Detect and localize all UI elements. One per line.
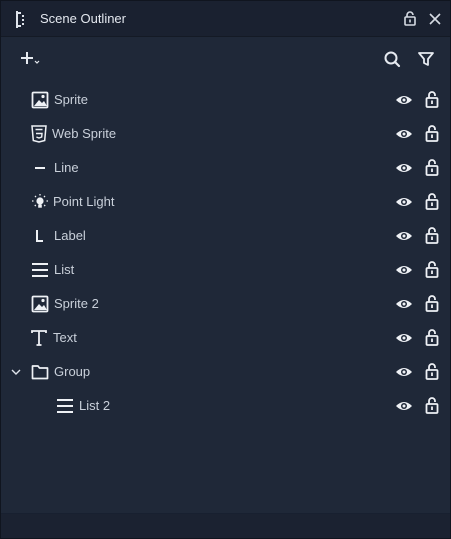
- tree-row-label: Label: [54, 228, 86, 243]
- tree-row-label: Sprite 2: [54, 296, 99, 311]
- search-icon: [384, 51, 401, 68]
- image-icon: [31, 295, 49, 313]
- visibility-eye-icon[interactable]: [395, 127, 413, 141]
- light-bulb-icon: [31, 193, 49, 211]
- unlock-icon[interactable]: [425, 294, 439, 312]
- unlock-icon[interactable]: [425, 362, 439, 380]
- unlock-icon[interactable]: [425, 328, 439, 346]
- list-icon: [31, 261, 49, 279]
- tree-row[interactable]: List: [1, 253, 450, 287]
- visibility-eye-icon[interactable]: [395, 297, 413, 311]
- html5-icon: [30, 125, 48, 143]
- unlock-icon[interactable]: [425, 396, 439, 414]
- panel-footer: [1, 513, 450, 538]
- unlock-icon[interactable]: [425, 90, 439, 108]
- lock-panel-icon[interactable]: [403, 11, 417, 26]
- tree-row-label: List 2: [79, 398, 111, 413]
- line-icon: [31, 159, 49, 177]
- drag-grip-icon[interactable]: [15, 11, 27, 28]
- list-icon: [56, 397, 74, 415]
- close-icon[interactable]: [428, 11, 442, 26]
- visibility-eye-icon[interactable]: [395, 331, 413, 345]
- tree-row[interactable]: Sprite 2: [1, 287, 450, 321]
- visibility-eye-icon[interactable]: [395, 195, 413, 209]
- panel-title: Scene Outliner: [40, 11, 126, 26]
- tree-row-label: Point Light: [53, 194, 115, 209]
- unlock-icon[interactable]: [425, 192, 439, 210]
- folder-icon: [31, 363, 49, 381]
- chevron-down-icon[interactable]: [10, 366, 22, 378]
- visibility-eye-icon[interactable]: [395, 161, 413, 175]
- label-icon: [31, 227, 49, 245]
- tree-row-label: Line: [54, 160, 79, 175]
- tree-row-label: List: [54, 262, 75, 277]
- filter-icon: [418, 52, 434, 66]
- unlock-icon[interactable]: [425, 260, 439, 278]
- add-entity-button[interactable]: [17, 47, 41, 71]
- image-icon: [31, 91, 49, 109]
- panel-titlebar[interactable]: Scene Outliner: [1, 1, 450, 37]
- unlock-icon[interactable]: [425, 124, 439, 142]
- unlock-icon[interactable]: [425, 226, 439, 244]
- tree-row[interactable]: Text: [1, 321, 450, 355]
- visibility-eye-icon[interactable]: [395, 93, 413, 107]
- tree-row-label: Web Sprite: [52, 126, 117, 141]
- tree-row-label: Sprite: [54, 92, 88, 107]
- filter-button[interactable]: [414, 47, 438, 71]
- tree-row[interactable]: Sprite: [1, 83, 450, 117]
- tree-row[interactable]: Point Light: [1, 185, 450, 219]
- tree-row[interactable]: Web Sprite: [1, 117, 450, 151]
- visibility-eye-icon[interactable]: [395, 365, 413, 379]
- unlock-icon[interactable]: [425, 158, 439, 176]
- tree-row[interactable]: Label: [1, 219, 450, 253]
- visibility-eye-icon[interactable]: [395, 229, 413, 243]
- tree-row[interactable]: Line: [1, 151, 450, 185]
- text-icon: [30, 329, 48, 347]
- plus-dropdown-icon: [21, 52, 40, 64]
- tree-row-group[interactable]: Group: [1, 355, 450, 389]
- outliner-toolbar: [1, 37, 450, 81]
- scene-outliner-panel: Scene Outliner Sprite Web Sprite Line Po…: [0, 0, 451, 539]
- search-button[interactable]: [380, 47, 404, 71]
- visibility-eye-icon[interactable]: [395, 263, 413, 277]
- tree-row[interactable]: List 2: [1, 389, 450, 423]
- tree-row-label: Text: [53, 330, 77, 345]
- visibility-eye-icon[interactable]: [395, 399, 413, 413]
- tree-row-label: Group: [54, 364, 91, 379]
